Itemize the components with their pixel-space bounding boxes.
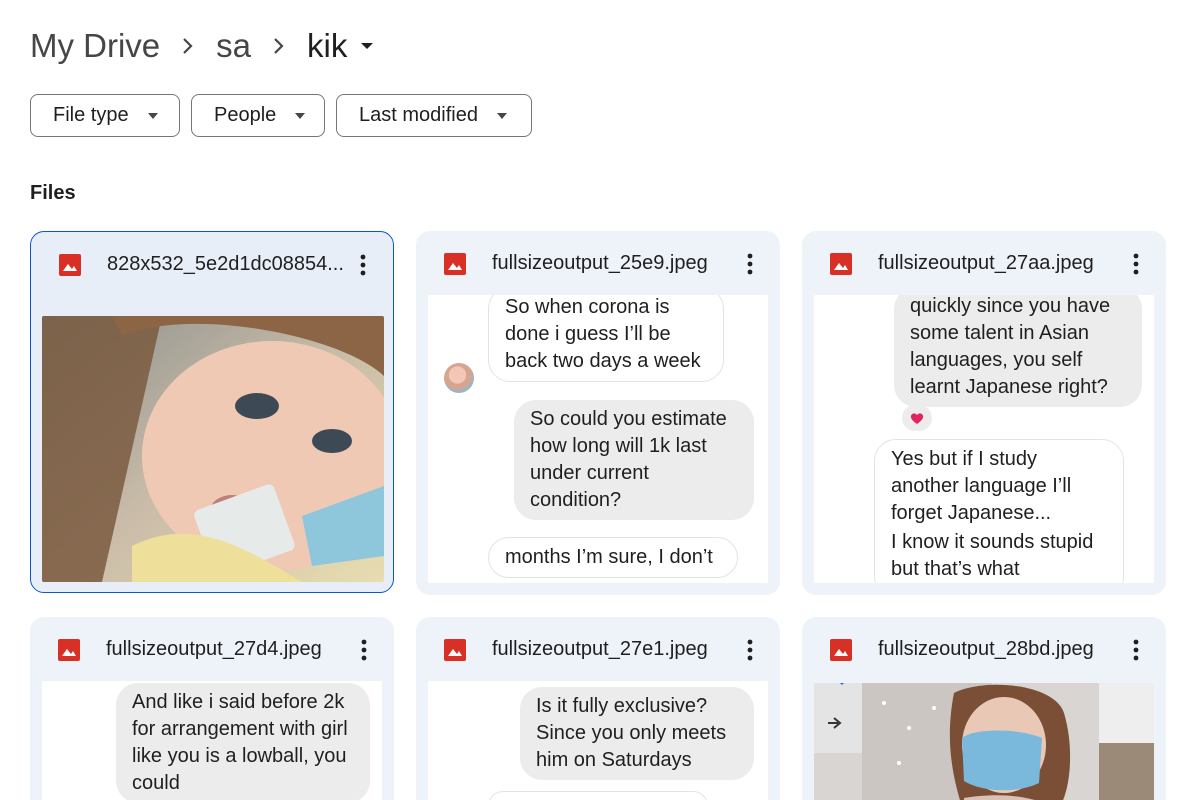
chat-line: Yes but if I study another language I’ll… [891, 448, 1072, 524]
breadcrumb: My Drive sa kik [30, 22, 387, 70]
file-type-filter-button[interactable]: File type [30, 94, 180, 137]
image-file-icon [59, 254, 81, 276]
file-card[interactable]: fullsizeoutput_27aa.jpeg quickly since y… [802, 231, 1166, 595]
chat-bubble: So when corona is done i guess I’ll be b… [488, 295, 724, 382]
image-file-icon [58, 639, 80, 661]
more-options-icon[interactable] [738, 635, 762, 665]
file-thumbnail-photo [814, 683, 1154, 800]
file-card[interactable]: fullsizeoutput_28bd.jpeg [802, 617, 1166, 800]
chat-bubble: So could you estimate how long will 1k l… [514, 400, 754, 520]
chat-bubble: months I’m sure, I don’t [488, 537, 738, 578]
heart-reaction-icon [902, 405, 932, 431]
chat-bubble: And like i said before 2k for arrangemen… [116, 683, 370, 800]
file-name: fullsizeoutput_28bd.jpeg [878, 638, 1094, 660]
chat-bubble: quickly since you have some talent in As… [894, 295, 1142, 407]
blue-marker-icon [836, 683, 848, 685]
dropdown-arrow-icon [496, 110, 508, 122]
file-thumbnail-chat: So when corona is done i guess I’ll be b… [428, 295, 768, 583]
dropdown-arrow-icon [294, 110, 306, 122]
chevron-right-icon [251, 22, 307, 70]
more-options-icon[interactable] [1124, 249, 1148, 279]
breadcrumb-my-drive[interactable]: My Drive [30, 27, 160, 65]
file-card-header: fullsizeoutput_27aa.jpeg [802, 231, 1166, 295]
file-card[interactable]: fullsizeoutput_27e1.jpeg Is it fully exc… [416, 617, 780, 800]
file-name: fullsizeoutput_27e1.jpeg [492, 638, 708, 660]
file-thumbnail-chat: quickly since you have some talent in As… [814, 295, 1154, 583]
more-options-icon[interactable] [738, 249, 762, 279]
more-options-icon[interactable] [352, 635, 376, 665]
dropdown-arrow-icon [147, 110, 159, 122]
chat-bubble: Yes but if I study another language I’ll… [874, 439, 1124, 583]
more-options-icon[interactable] [1124, 635, 1148, 665]
file-card[interactable]: 828x532_5e2d1dc08854... [30, 231, 394, 593]
file-card[interactable]: fullsizeoutput_25e9.jpeg So when corona … [416, 231, 780, 595]
chat-bubble [488, 791, 708, 800]
file-card-header: fullsizeoutput_27d4.jpeg [30, 617, 394, 681]
file-card[interactable]: fullsizeoutput_27d4.jpeg And like i said… [30, 617, 394, 800]
image-file-icon [444, 253, 466, 275]
file-card-header: fullsizeoutput_25e9.jpeg [416, 231, 780, 295]
file-name: fullsizeoutput_25e9.jpeg [492, 252, 708, 274]
file-card-header: fullsizeoutput_27e1.jpeg [416, 617, 780, 681]
file-name: fullsizeoutput_27d4.jpeg [106, 638, 322, 660]
file-thumbnail-chat: Is it fully exclusive? Since you only me… [428, 681, 768, 800]
breadcrumb-sa[interactable]: sa [216, 27, 251, 65]
photo-thumbnail-image [42, 316, 384, 582]
chat-bubble: Is it fully exclusive? Since you only me… [520, 687, 754, 780]
breadcrumb-current-folder[interactable]: kik [307, 27, 347, 65]
file-name: fullsizeoutput_27aa.jpeg [878, 252, 1094, 274]
photo-thumbnail-image [814, 683, 1154, 800]
chat-line: I know it sounds stupid but that’s what [891, 531, 1094, 580]
last-modified-filter-button[interactable]: Last modified [336, 94, 532, 137]
files-section-title: Files [30, 182, 76, 204]
more-options-icon[interactable] [351, 250, 375, 280]
filter-chips: File type People Last modified [30, 94, 532, 137]
file-card-header: fullsizeoutput_28bd.jpeg [802, 617, 1166, 681]
avatar [444, 363, 474, 393]
folder-menu-dropdown-icon[interactable] [347, 22, 387, 70]
image-file-icon [830, 253, 852, 275]
chevron-right-icon [160, 22, 216, 70]
file-thumbnail-chat: And like i said before 2k for arrangemen… [42, 681, 382, 800]
image-file-icon [830, 639, 852, 661]
filter-label: File type [53, 104, 129, 126]
people-filter-button[interactable]: People [191, 94, 325, 137]
file-thumbnail-photo [42, 316, 384, 582]
file-name: 828x532_5e2d1dc08854... [107, 253, 344, 275]
image-file-icon [444, 639, 466, 661]
filter-label: Last modified [359, 104, 478, 126]
file-card-header: 828x532_5e2d1dc08854... [31, 232, 393, 296]
filter-label: People [214, 104, 277, 126]
